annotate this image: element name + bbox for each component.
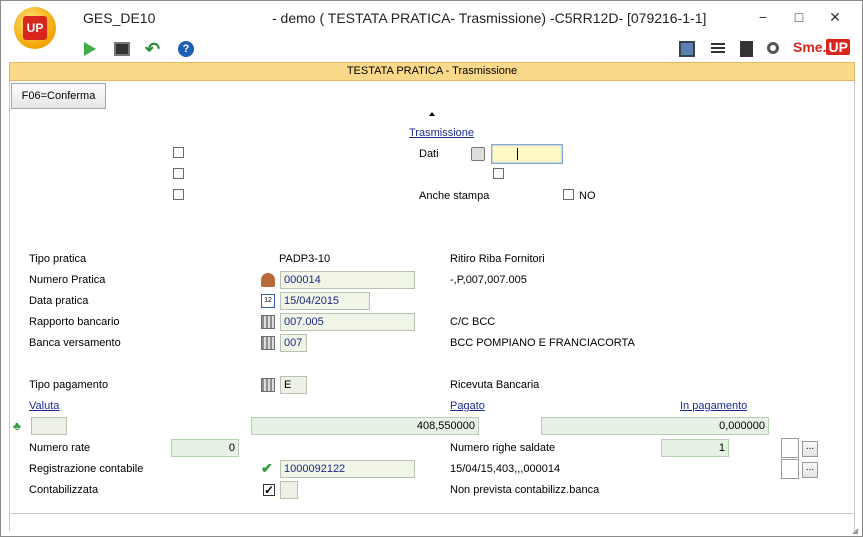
- contabilizzata-field[interactable]: [280, 481, 298, 499]
- banca-versamento-desc: BCC POMPIANO E FRANCIACORTA: [450, 337, 635, 349]
- calculator-icon[interactable]: [261, 336, 275, 350]
- tipo-pagamento-field[interactable]: E: [280, 376, 307, 394]
- calendar-icon[interactable]: 12: [261, 294, 275, 308]
- more-button-1[interactable]: ...: [802, 441, 818, 457]
- printer-icon[interactable]: [471, 147, 485, 161]
- calculator-icon[interactable]: [261, 315, 275, 329]
- search-icon[interactable]: [767, 42, 779, 54]
- tipo-pagamento-label: Tipo pagamento: [29, 379, 109, 391]
- numero-pratica-label: Numero Pratica: [29, 274, 106, 286]
- logo-text: UP: [23, 16, 47, 40]
- tipo-pratica-desc: Ritiro Riba Fornitori: [450, 253, 545, 265]
- maximize-button[interactable]: □: [792, 10, 806, 24]
- play-icon[interactable]: [84, 42, 96, 56]
- registrazione-contabile-desc: 15/04/15,403,,,000014: [450, 463, 561, 475]
- banca-versamento-label: Banca versamento: [29, 337, 121, 349]
- checkbox-1[interactable]: [173, 147, 184, 158]
- terminal-icon[interactable]: [114, 42, 130, 56]
- undo-icon[interactable]: ↶: [145, 40, 163, 58]
- title-bar: UP GES_DE10 - demo ( TESTATA PRATICA- Tr…: [1, 1, 862, 61]
- contabilizzata-desc: Non prevista contabilizz.banca: [450, 484, 600, 496]
- numero-righe-saldate-label: Numero righe saldate: [450, 442, 556, 454]
- anche-stampa-checkbox[interactable]: [563, 189, 574, 200]
- binder-icon[interactable]: [740, 41, 753, 57]
- anche-stampa-value: NO: [579, 190, 596, 202]
- tipo-pratica-label: Tipo pratica: [29, 253, 87, 265]
- valuta-field[interactable]: [31, 417, 67, 435]
- smeup-brand[interactable]: Sme. UP: [793, 39, 850, 55]
- numero-pratica-desc: -,P,007,007.005: [450, 274, 527, 286]
- app-window: UP GES_DE10 - demo ( TESTATA PRATICA- Tr…: [0, 0, 863, 537]
- dati-checkbox[interactable]: [493, 168, 504, 179]
- confirm-button[interactable]: F06=Conferma: [11, 83, 106, 109]
- more-button-2[interactable]: ...: [802, 462, 818, 478]
- close-button[interactable]: ✕: [828, 10, 842, 24]
- text-caret: [517, 148, 518, 160]
- trasmissione-link[interactable]: Trasmissione: [409, 127, 474, 139]
- list-icon[interactable]: [711, 43, 725, 55]
- brand-up: UP: [826, 39, 850, 55]
- banca-versamento-field[interactable]: 007: [280, 334, 307, 352]
- tipo-pratica-code: PADP3-10: [279, 253, 331, 265]
- numero-righe-saldate-field: 1: [661, 439, 729, 457]
- numero-pratica-field[interactable]: 000014: [280, 271, 415, 289]
- section-title: TESTATA PRATICA - Trasmissione: [9, 62, 855, 81]
- in-pagamento-link[interactable]: In pagamento: [680, 400, 747, 412]
- data-pratica-field[interactable]: 15/04/2015: [280, 292, 370, 310]
- pagato-field: 408,550000: [251, 417, 479, 435]
- tipo-pagamento-desc: Ricevuta Bancaria: [450, 379, 540, 391]
- status-divider: [9, 513, 855, 514]
- app-name: GES_DE10: [83, 10, 156, 26]
- users-icon[interactable]: ♣: [13, 419, 27, 433]
- help-icon[interactable]: ?: [178, 41, 194, 57]
- calculator-icon[interactable]: [261, 378, 275, 392]
- registrazione-contabile-label: Registrazione contabile: [29, 463, 144, 475]
- brand-sme: Sme.: [793, 39, 827, 55]
- smeup-logo-icon[interactable]: UP: [14, 7, 56, 49]
- in-pagamento-field: 0,000000: [541, 417, 769, 435]
- rapporto-bancario-label: Rapporto bancario: [29, 316, 120, 328]
- minimize-button[interactable]: −: [756, 10, 770, 24]
- data-pratica-label: Data pratica: [29, 295, 89, 307]
- checkbox-2[interactable]: [173, 168, 184, 179]
- pagato-link[interactable]: Pagato: [450, 400, 485, 412]
- registrazione-contabile-field[interactable]: 1000092122: [280, 460, 415, 478]
- collapse-arrow-icon[interactable]: [429, 112, 435, 116]
- checkbox-3[interactable]: [173, 189, 184, 200]
- contabilizzata-label: Contabilizzata: [29, 484, 99, 496]
- check-document-icon[interactable]: ✔: [261, 461, 275, 475]
- valuta-link[interactable]: Valuta: [29, 400, 59, 412]
- numero-rate-field: 0: [171, 439, 239, 457]
- anche-stampa-label: Anche stampa: [419, 190, 490, 202]
- rapporto-bancario-desc: C/C BCC: [450, 316, 496, 328]
- contabilizzata-checkbox[interactable]: ✓: [263, 484, 275, 496]
- window-title: - demo ( TESTATA PRATICA- Trasmissione) …: [272, 10, 707, 26]
- row-box-2[interactable]: [781, 459, 799, 479]
- resize-grip-icon[interactable]: ◢: [852, 526, 860, 535]
- dati-input[interactable]: [491, 144, 563, 164]
- dati-label: Dati: [419, 148, 439, 160]
- row-box-1[interactable]: [781, 438, 799, 458]
- numero-rate-label: Numero rate: [29, 442, 91, 454]
- monitor-icon[interactable]: [679, 41, 695, 57]
- stamp-icon[interactable]: [261, 273, 275, 287]
- rapporto-bancario-field[interactable]: 007.005: [280, 313, 415, 331]
